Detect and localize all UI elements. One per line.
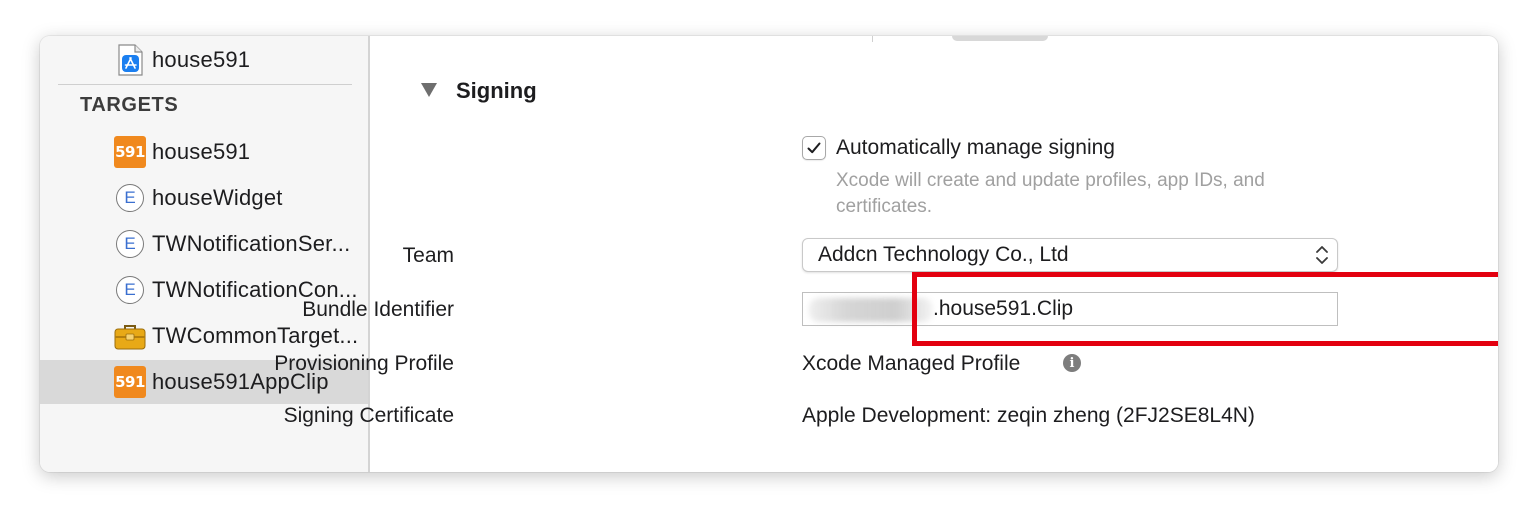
- sidebar-item-label: house591: [152, 139, 251, 164]
- info-icon[interactable]: i: [1063, 354, 1081, 372]
- bundle-identifier-label: Bundle Identifier: [302, 298, 454, 321]
- sidebar-item-label: TWNotificationSer...: [152, 231, 351, 256]
- extension-icon: E: [116, 230, 144, 258]
- checkmark-icon: [807, 142, 821, 154]
- toolbox-icon: [114, 320, 146, 352]
- auto-manage-signing-checkbox[interactable]: [802, 136, 826, 160]
- team-label: Team: [402, 244, 454, 267]
- sidebar-item-twnotificationservice[interactable]: E TWNotificationSer...: [40, 222, 368, 266]
- sidebar-divider: [58, 84, 352, 85]
- provisioning-profile-value: Xcode Managed Profile: [802, 352, 1021, 375]
- xcode-window: house591 TARGETS 591 house591 E houseWid…: [40, 36, 1498, 472]
- annotation-highlight-box: [912, 272, 1498, 346]
- targets-section-header: TARGETS: [80, 94, 179, 116]
- sidebar-item-label: houseWidget: [152, 185, 283, 210]
- auto-manage-signing-label: Automatically manage signing: [836, 136, 1115, 159]
- 591-app-icon: 591: [114, 366, 146, 398]
- chevron-updown-icon: [1315, 244, 1329, 271]
- extension-icon: E: [116, 184, 144, 212]
- app-store-project-icon: [116, 44, 144, 76]
- tab-bar-remnant: [700, 36, 1498, 42]
- signing-certificate-label: Signing Certificate: [283, 404, 454, 427]
- auto-manage-signing-help: Xcode will create and update profiles, a…: [836, 170, 1265, 217]
- 591-app-icon: 591: [114, 136, 146, 168]
- provisioning-profile-label: Provisioning Profile: [274, 352, 454, 375]
- section-title: Signing: [456, 78, 537, 103]
- team-popup-button[interactable]: Addcn Technology Co., Ltd: [802, 238, 1338, 272]
- sidebar-item-housewidget[interactable]: E houseWidget: [40, 176, 368, 220]
- signing-certificate-value: Apple Development: zeqin zheng (2FJ2SE8L…: [802, 404, 1255, 427]
- sidebar-item-house591[interactable]: 591 house591: [40, 130, 368, 174]
- sidebar-item-label: TWCommonTarget...: [152, 323, 359, 348]
- extension-icon: E: [116, 276, 144, 304]
- team-value: Addcn Technology Co., Ltd: [818, 243, 1069, 266]
- sidebar-item-label: house591: [152, 47, 251, 72]
- disclosure-triangle-icon[interactable]: [420, 82, 438, 103]
- sidebar-item-project[interactable]: house591: [40, 38, 368, 82]
- signing-editor: Signing Automatically manage signing Xco…: [274, 36, 1498, 472]
